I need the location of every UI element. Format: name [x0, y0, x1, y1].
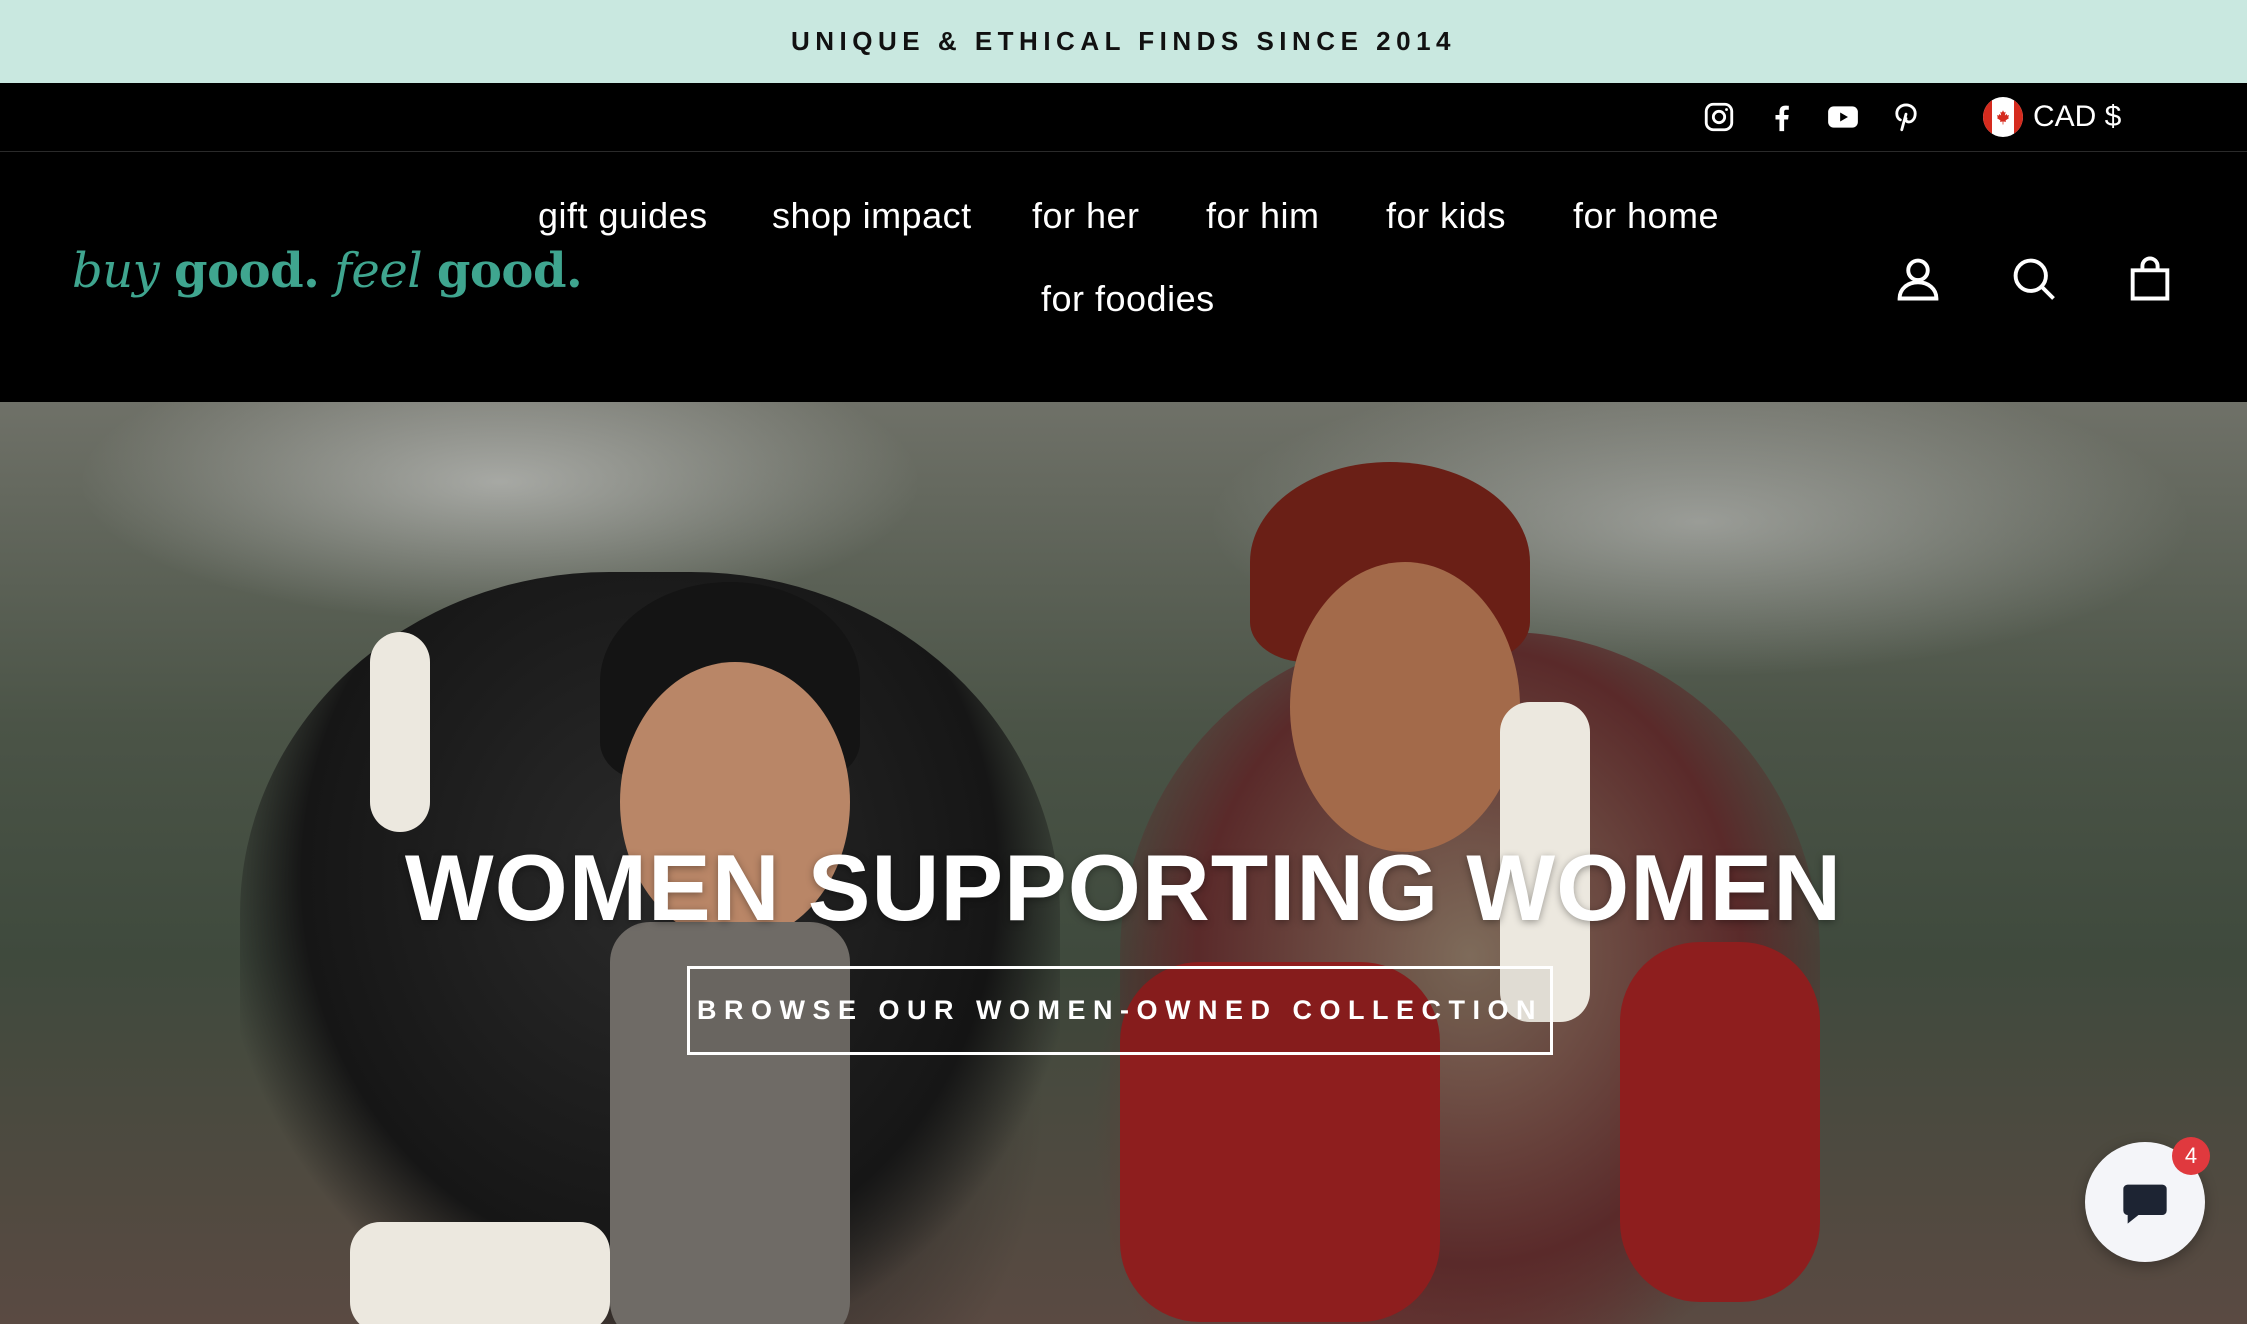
nav-item-for-him[interactable]: for him — [1206, 195, 1320, 237]
youtube-icon[interactable] — [1825, 99, 1861, 135]
instagram-icon[interactable] — [1701, 99, 1737, 135]
nav-item-gift-guides[interactable]: gift guides — [538, 195, 708, 237]
account-icon[interactable] — [1892, 253, 1944, 305]
announcement-bar: UNIQUE & ETHICAL FINDS SINCE 2014 — [0, 0, 2247, 83]
utility-bar: CAD $ — [0, 83, 2247, 152]
search-icon[interactable] — [2008, 253, 2060, 305]
facebook-icon[interactable] — [1764, 99, 1800, 135]
hero-title: WOMEN SUPPORTING WOMEN — [404, 835, 1843, 940]
logo-text-good: good. — [174, 243, 320, 299]
site-header: buy good. feel good. gift guides shop im… — [0, 153, 2247, 402]
logo-text-buy: buy — [72, 243, 175, 299]
hero-photo-yarn-1 — [370, 632, 430, 832]
hero-banner: WOMEN SUPPORTING WOMEN BROWSE OUR WOMEN-… — [0, 402, 2247, 1324]
logo-text-feel: feel — [319, 243, 437, 299]
nav-item-for-her[interactable]: for her — [1032, 195, 1140, 237]
pinterest-icon[interactable] — [1888, 99, 1924, 135]
hero-photo-yarn-2 — [350, 1222, 610, 1324]
nav-item-shop-impact[interactable]: shop impact — [772, 195, 972, 237]
chat-bubble-icon — [2123, 1184, 2167, 1224]
hero-photo-face-right — [1290, 562, 1520, 852]
nav-item-for-kids[interactable]: for kids — [1386, 195, 1506, 237]
canada-flag-icon — [1983, 97, 2023, 137]
announcement-text: UNIQUE & ETHICAL FINDS SINCE 2014 — [790, 26, 1456, 56]
currency-label: CAD $ — [2033, 100, 2122, 133]
cart-icon[interactable] — [2124, 253, 2176, 305]
site-logo[interactable]: buy good. feel good. — [72, 243, 583, 299]
chat-badge: 4 — [2172, 1137, 2210, 1175]
logo-text-good-2: good. — [436, 243, 583, 299]
hero-photo-sleeve-right-2 — [1620, 942, 1820, 1302]
nav-item-for-foodies[interactable]: for foodies — [1041, 278, 1215, 320]
nav-item-for-home[interactable]: for home — [1573, 195, 1719, 237]
currency-selector[interactable]: CAD $ — [1983, 97, 2121, 137]
browse-women-owned-button[interactable]: BROWSE OUR WOMEN-OWNED COLLECTION — [687, 966, 1553, 1055]
